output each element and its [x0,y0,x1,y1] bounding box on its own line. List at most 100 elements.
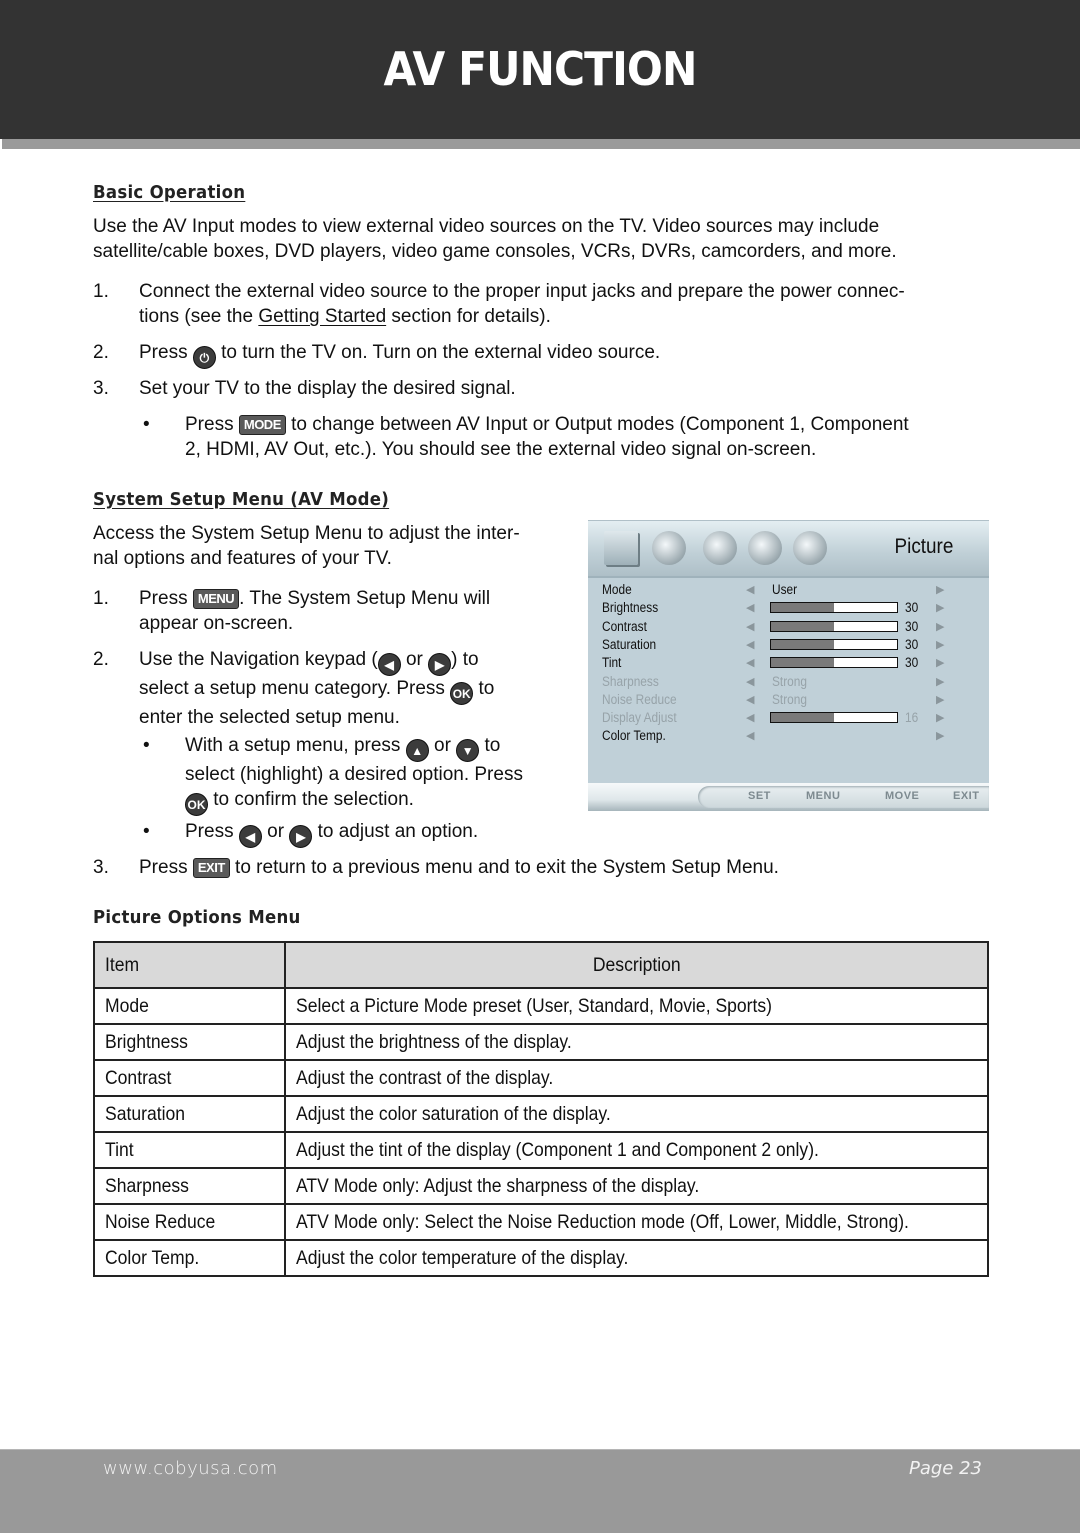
step-line: Use the Navigation keypad (◀ or ▶) to [139,647,494,676]
item-text: Color Temp. [105,1246,200,1269]
sound-tab-icon [652,531,686,565]
table-row: Noise Reduce ATV Mode only: Select the No… [93,1203,990,1241]
item-text: Noise Reduce [105,1210,216,1233]
step-line: select a setup menu category. Press OK t… [139,676,494,705]
description-cell: Adjust the tint of the display (Componen… [283,1131,990,1169]
table-row: Brightness Adjust the brightness of the d… [93,1023,990,1061]
table-row: Saturation Adjust the color saturation of… [93,1095,990,1133]
website-link[interactable]: www.cobyusa.com [103,1458,278,1479]
description-cell: ATV Mode only: Adjust the sharpness of t… [283,1167,990,1205]
header-divider [2,139,1080,149]
page-header: AV FUNCTION [0,0,1080,139]
step-line: enter the selected setup menu. [139,707,400,728]
page-number: Page 23 [908,1458,982,1479]
bullet-line: select (highlight) a desired option. Pre… [185,764,523,785]
bullet-line: With a setup menu, press ▲ or ▼ to [185,733,523,762]
tv-row-value: Strong [772,691,808,707]
slider-fill [771,639,834,649]
intro-line: satellite/cable boxes, DVD players, vide… [93,241,897,262]
description-cell: Select a Picture Mode preset (User, Stan… [283,987,990,1025]
description-cell: Adjust the color temperature of the disp… [283,1239,990,1277]
right-arrow-icon: ▶ [936,638,945,651]
tv-menu-title: Picture [894,535,953,558]
description-cell: Adjust the contrast of the display. [283,1059,990,1097]
right-arrow-icon: ▶ [936,620,945,633]
right-arrow-icon: ▶ [428,653,452,676]
table-row: Color Temp. Adjust the color temperature … [93,1239,990,1277]
column-header-description: Description [283,941,990,989]
tv-row-number: 30 [905,636,919,652]
lock-tab-icon [793,531,827,565]
step-line: Connect the external video source to the… [139,281,905,302]
left-arrow-icon: ◀ [746,602,755,615]
tv-row-slider [770,620,898,632]
text: Press [139,588,193,609]
tv-menu-row: Contrast ◀ 30 ▶ [588,618,989,636]
item-cell: Mode [93,987,286,1025]
step-1-text: Connect the external video source to the… [139,279,905,329]
item-cell: Brightness [93,1023,286,1061]
left-arrow-icon: ◀ [238,825,262,848]
slider-fill [771,713,834,723]
bullet-dot: • [143,414,150,435]
description-text: ATV Mode only: Adjust the sharpness of t… [295,1174,700,1197]
tv-footer-set: SET [748,790,771,802]
text: to change between AV Input or Output mod… [285,414,909,435]
intro-line: Use the AV Input modes to view external … [93,216,880,237]
tv-menu-tab-bar: Picture [588,521,989,578]
setup-bullet-1-text: With a setup menu, press ▲ or ▼ to selec… [185,733,523,816]
step-line: tions (see the Getting Started section f… [139,304,905,329]
description-cell: Adjust the brightness of the display. [283,1023,990,1061]
left-arrow-icon: ◀ [746,693,755,706]
text: or [428,735,457,756]
text: or [261,821,290,842]
tv-footer-menu: MENU [806,790,841,802]
header-text: Item [105,953,140,976]
tv-row-number: 16 [905,710,919,726]
getting-started-link[interactable]: Getting Started [258,306,386,327]
text: Press [185,821,239,842]
tv-row-value: User [772,582,798,597]
system-setup-intro: Access the System Setup Menu to adjust t… [93,521,520,571]
tv-footer-pill [698,786,989,808]
tv-menu-row: Sharpness ◀ Strong ▶ [588,673,989,691]
item-text: Saturation [105,1102,186,1125]
right-arrow-icon: ▶ [936,675,945,688]
right-arrow-icon: ▶ [936,602,945,615]
tv-menu-row: Saturation ◀ 30 ▶ [588,636,989,654]
slider-fill [771,603,834,613]
step-number: 1. [93,588,109,609]
tv-row-slider [770,638,898,650]
text: select a setup menu category. Press [139,678,451,699]
basic-operation-heading: Basic Operation [93,182,246,203]
column-header-item: Item [93,941,286,989]
item-text: Contrast [105,1066,172,1089]
step-number: 3. [93,378,109,399]
tv-row-number: 30 [905,618,919,634]
step-number: 2. [93,649,109,670]
bullet-line: Press MODE to change between AV Input or… [185,412,909,437]
setup-step-2-text: Use the Navigation keypad (◀ or ▶) to se… [139,647,494,730]
table-row: Contrast Adjust the contrast of the displ… [93,1059,990,1097]
item-cell: Tint [93,1131,286,1169]
tv-row-label: Color Temp. [602,728,666,744]
text: Press [139,342,193,363]
item-text: Brightness [105,1030,188,1053]
tv-row-label: Display Adjust [602,710,677,726]
tv-row-label: Noise Reduce [602,691,677,707]
time-tab-icon [703,531,737,565]
text: Press [185,414,239,435]
text: to [473,678,495,699]
up-arrow-icon: ▲ [405,739,429,762]
step-line: appear on-screen. [139,613,294,634]
step-number: 1. [93,281,109,302]
tv-row-slider [770,602,898,614]
table-row: Tint Adjust the tint of the display (Comp… [93,1131,990,1169]
right-arrow-icon: ▶ [936,657,945,670]
setup-tab-icon [748,531,782,565]
description-text: Adjust the color temperature of the disp… [295,1246,629,1269]
step-line: Press MENU. The System Setup Menu will [139,586,490,611]
left-arrow-icon: ◀ [746,584,755,596]
tv-footer-move: MOVE [885,790,920,802]
text: section for details). [386,306,551,327]
